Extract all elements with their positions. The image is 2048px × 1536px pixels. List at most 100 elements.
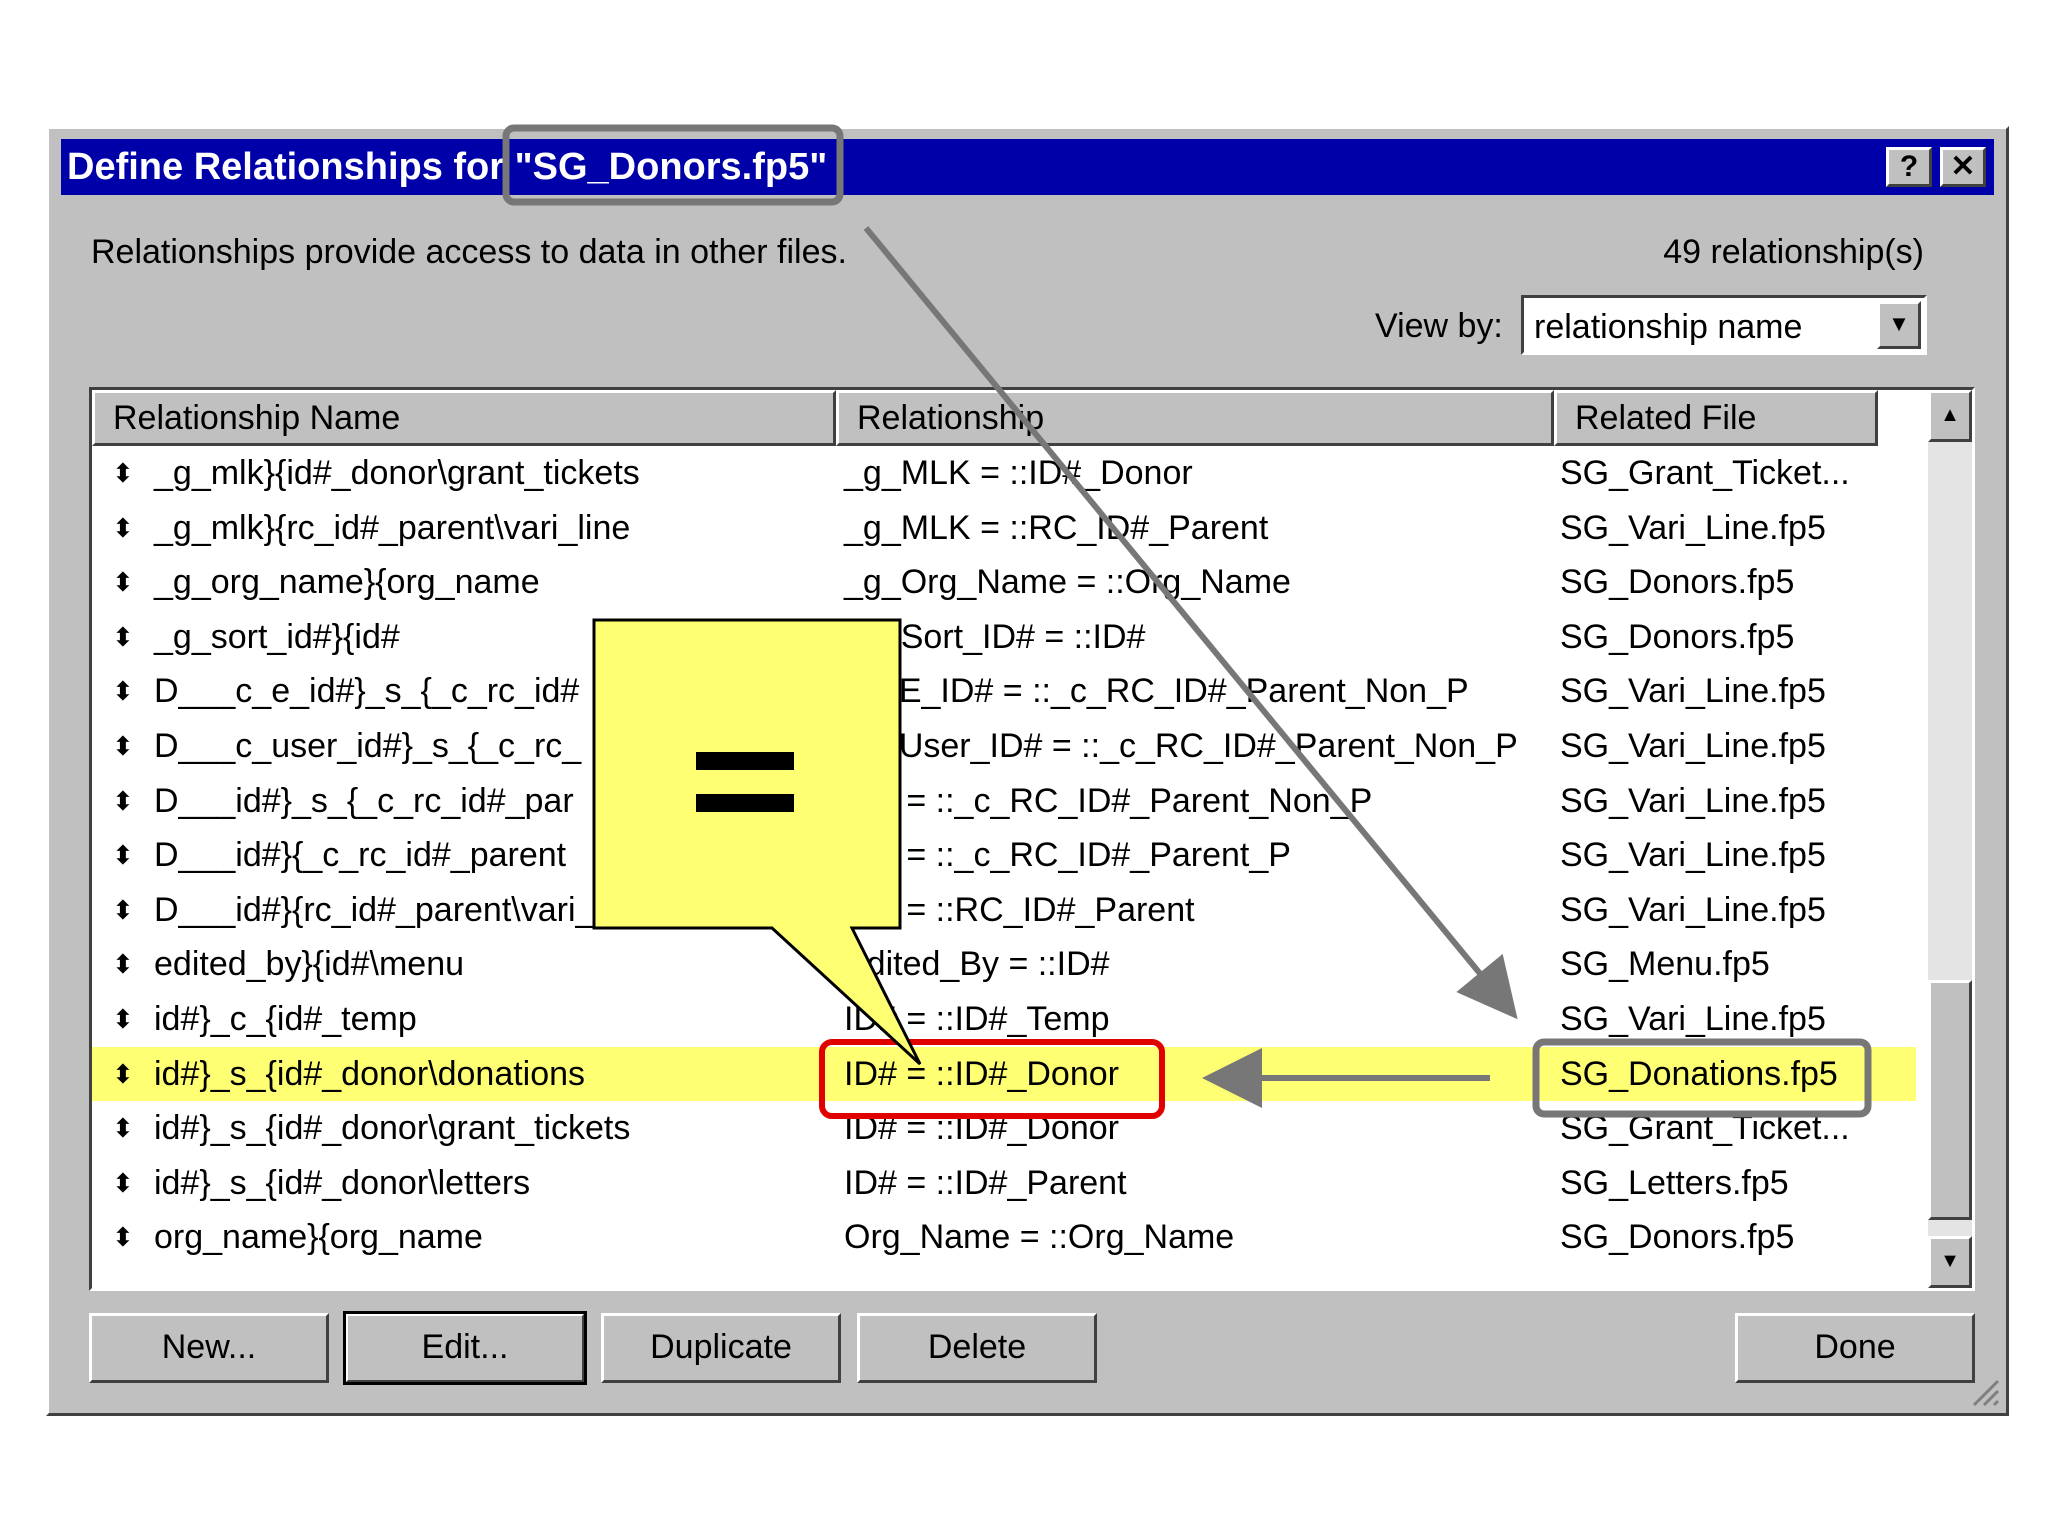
drag-handle-icon[interactable]: ⬍	[112, 501, 134, 555]
relationship-name-cell: D___id#}_s_{_c_rc_id#_par	[154, 781, 574, 820]
relationship-cell: _g_MLK = ::RC_ID#_Parent	[844, 508, 1269, 547]
define-relationships-dialog: Define Relationships for "SG_Donors.fp5"…	[46, 126, 2009, 1416]
related-file-cell: SG_Donors.fp5	[1560, 617, 1795, 656]
relationship-cell: ID# = ::_c_RC_ID#_Parent_Non_P	[844, 781, 1373, 820]
table-row[interactable]: ⬍ _g_mlk}{rc_id#_parent\vari_line _g_MLK =…	[92, 501, 1916, 555]
table-row[interactable]: ⬍ D___id#}_s_{_c_rc_id#_par ID# = ::_c_RC_…	[92, 774, 1916, 828]
relationship-name-cell: _g_mlk}{id#_donor\grant_tickets	[154, 454, 640, 492]
drag-handle-icon[interactable]: ⬍	[112, 1210, 134, 1264]
table-row[interactable]: ⬍ id#}_s_{id#_donor\donations ID# = ::ID#_…	[92, 1046, 1916, 1101]
drag-handle-icon[interactable]: ⬍	[112, 664, 134, 718]
help-button[interactable]: ?	[1886, 147, 1932, 187]
table-row[interactable]: ⬍ id#}_s_{id#_donor\grant_tickets ID# = ::…	[92, 1101, 1916, 1155]
relationship-cell: Edited_By = ::ID#	[844, 945, 1110, 984]
relationship-name-cell: _g_sort_id#}{id#	[154, 617, 400, 656]
drag-handle-icon[interactable]: ⬍	[112, 1047, 134, 1101]
table-row[interactable]: ⬍ org_name}{org_name Org_Name = ::Org_Name…	[92, 1210, 1916, 1264]
column-header-related-file[interactable]: Related File	[1554, 390, 1878, 446]
relationship-name-cell: org_name}{org_name	[154, 1218, 483, 1257]
table-row[interactable]: ⬍ D___id#}{rc_id#_parent\vari_line ID# = :…	[92, 883, 1916, 937]
relationship-cell: ID# = ::_c_RC_ID#_Parent_P	[844, 836, 1291, 875]
relationship-name-cell: _g_mlk}{rc_id#_parent\vari_line	[154, 508, 631, 547]
column-header-relationship-name[interactable]: Relationship Name	[92, 390, 836, 446]
chevron-down-icon[interactable]: ▼	[1877, 301, 1921, 349]
table-row[interactable]: ⬍ D___c_user_id#}_s_{_c_rc_ _c_User_ID# = …	[92, 719, 1916, 773]
related-file-cell: SG_Vari_Line.fp5	[1560, 727, 1826, 765]
drag-handle-icon[interactable]: ⬍	[112, 1101, 134, 1155]
related-file-cell: SG_Donors.fp5	[1560, 563, 1795, 602]
relationship-name-cell: D___c_e_id#}_s_{_c_rc_id#	[154, 672, 580, 711]
scroll-down-icon[interactable]: ▼	[1928, 1236, 1972, 1288]
related-file-cell: SG_Grant_Ticket...	[1560, 454, 1850, 492]
view-by-select[interactable]: relationship name ▼	[1521, 295, 1927, 355]
related-file-cell: SG_Vari_Line.fp5	[1560, 890, 1826, 929]
table-row[interactable]: ⬍ _g_sort_id#}{id# _g_Sort_ID# = ::ID# SG_D…	[92, 610, 1916, 664]
related-file-cell: SG_Grant_Ticket...	[1560, 1109, 1850, 1148]
duplicate-button[interactable]: Duplicate	[601, 1313, 841, 1383]
related-file-cell: SG_Vari_Line.fp5	[1560, 836, 1826, 875]
related-file-cell: SG_Vari_Line.fp5	[1560, 1000, 1826, 1038]
title-prefix: Define Relationships for	[67, 146, 515, 188]
resize-grip-icon[interactable]	[1970, 1377, 2000, 1407]
drag-handle-icon[interactable]: ⬍	[112, 555, 134, 609]
relationship-cell: ID# = ::ID#_Temp	[844, 1000, 1110, 1038]
drag-handle-icon[interactable]: ⬍	[112, 719, 134, 773]
relationship-cell: ID# = ::ID#_Donor	[844, 1109, 1119, 1148]
relationship-name-cell: edited_by}{id#\menu	[154, 945, 465, 984]
vertical-scrollbar[interactable]: ▲ ▼	[1928, 390, 1972, 1288]
drag-handle-icon[interactable]: ⬍	[112, 883, 134, 937]
relationship-cell: ID# = ::ID#_Parent	[844, 1163, 1127, 1202]
relationship-list[interactable]: Relationship Name Relationship Related F…	[89, 387, 1975, 1291]
drag-handle-icon[interactable]: ⬍	[112, 828, 134, 882]
table-row[interactable]: ⬍ _g_org_name}{org_name _g_Org_Name = ::Or…	[92, 555, 1916, 609]
related-file-cell: SG_Donors.fp5	[1560, 1218, 1795, 1257]
relationship-name-cell: D___id#}{rc_id#_parent\vari_line	[154, 890, 648, 929]
view-by-label: View by:	[1375, 307, 1503, 345]
related-file-cell: SG_Vari_Line.fp5	[1560, 672, 1826, 711]
relationship-cell: _g_Sort_ID# = ::ID#	[844, 617, 1146, 656]
column-header-relationship[interactable]: Relationship	[836, 390, 1554, 446]
relationship-name-cell: _g_org_name}{org_name	[154, 563, 540, 602]
close-button[interactable]: ✕	[1940, 147, 1986, 187]
done-button[interactable]: Done	[1735, 1313, 1975, 1383]
relationship-name-cell: D___id#}{_c_rc_id#_parent	[154, 836, 567, 875]
relationship-cell: _c_User_ID# = ::_c_RC_ID#_Parent_Non_P	[844, 727, 1518, 765]
related-file-cell: SG_Vari_Line.fp5	[1560, 781, 1826, 820]
relationship-cell: ID# = ::ID#_Donor	[844, 1054, 1119, 1093]
table-row[interactable]: ⬍ id#}_c_{id#_temp ID# = ::ID#_Temp SG_Vari…	[92, 992, 1916, 1046]
scroll-thumb[interactable]	[1928, 980, 1972, 1220]
related-file-cell: SG_Donations.fp5	[1560, 1054, 1838, 1093]
relationship-name-cell: D___c_user_id#}_s_{_c_rc_	[154, 727, 582, 765]
drag-handle-icon[interactable]: ⬍	[112, 937, 134, 991]
intro-text: Relationships provide access to data in …	[91, 233, 847, 271]
relationship-count: 49 relationship(s)	[1663, 233, 1924, 271]
scroll-up-icon[interactable]: ▲	[1928, 390, 1972, 442]
drag-handle-icon[interactable]: ⬍	[112, 992, 134, 1046]
relationship-name-cell: id#}_c_{id#_temp	[154, 1000, 417, 1038]
relationship-name-cell: id#}_s_{id#_donor\donations	[154, 1054, 586, 1093]
title-file: "SG_Donors.fp5"	[514, 146, 828, 188]
new-button[interactable]: New...	[89, 1313, 329, 1383]
related-file-cell: SG_Letters.fp5	[1560, 1163, 1789, 1202]
relationship-name-cell: id#}_s_{id#_donor\grant_tickets	[154, 1109, 631, 1148]
table-row[interactable]: ⬍ edited_by}{id#\menu Edited_By = ::ID# SG_…	[92, 937, 1916, 991]
relationship-cell: _g_MLK = ::ID#_Donor	[844, 454, 1193, 492]
drag-handle-icon[interactable]: ⬍	[112, 446, 134, 500]
view-by-value: relationship name	[1534, 308, 1803, 346]
drag-handle-icon[interactable]: ⬍	[112, 610, 134, 664]
relationship-cell: _c_E_ID# = ::_c_RC_ID#_Parent_Non_P	[844, 672, 1469, 711]
table-row[interactable]: ⬍ D___c_e_id#}_s_{_c_rc_id# _c_E_ID# = ::_…	[92, 664, 1916, 718]
related-file-cell: SG_Vari_Line.fp5	[1560, 508, 1826, 547]
edit-button[interactable]: Edit...	[343, 1311, 587, 1385]
related-file-cell: SG_Menu.fp5	[1560, 945, 1770, 984]
title-bar: Define Relationships for "SG_Donors.fp5"…	[61, 139, 1994, 195]
table-row[interactable]: ⬍ D___id#}{_c_rc_id#_parent ID# = ::_c_RC_…	[92, 828, 1916, 882]
drag-handle-icon[interactable]: ⬍	[112, 1156, 134, 1210]
table-row[interactable]: ⬍ _g_mlk}{id#_donor\grant_tickets _g_MLK =…	[92, 446, 1916, 500]
drag-handle-icon[interactable]: ⬍	[112, 774, 134, 828]
relationship-name-cell: id#}_s_{id#_donor\letters	[154, 1163, 531, 1202]
table-row[interactable]: ⬍ id#}_s_{id#_donor\letters ID# = ::ID#_Pa…	[92, 1156, 1916, 1210]
delete-button[interactable]: Delete	[857, 1313, 1097, 1383]
relationship-cell: _g_Org_Name = ::Org_Name	[844, 563, 1291, 602]
relationship-cell: ID# = ::RC_ID#_Parent	[844, 890, 1195, 929]
